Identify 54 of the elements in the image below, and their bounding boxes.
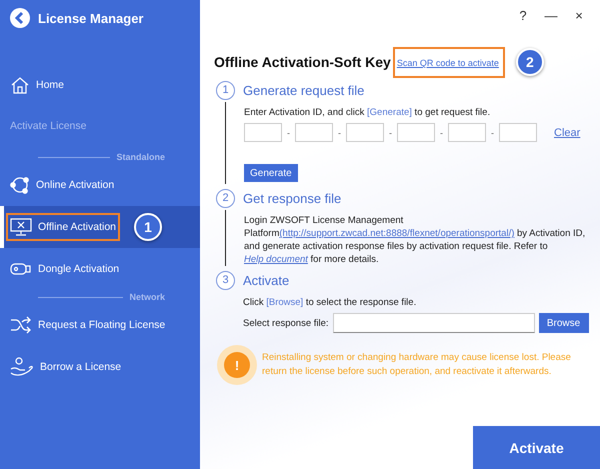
hand-person-icon [10,357,34,377]
activation-id-field[interactable] [499,123,537,142]
help-button[interactable]: ? [512,4,534,26]
step-title: Get response file [243,190,342,206]
step-number: 3 [216,270,235,290]
network-icon [10,175,30,195]
callout-badge: 1 [134,213,162,241]
separator: - [389,128,392,138]
step-title: Generate request file [243,82,364,98]
app-title: License Manager [38,10,144,26]
activation-id-field[interactable] [295,123,333,142]
step-number: 1 [216,80,235,100]
help-link[interactable]: Help document [244,254,308,265]
activation-id-field[interactable] [346,123,384,142]
warning-icon: ! [224,352,250,378]
browse-button[interactable]: Browse [538,313,589,333]
activation-id-field[interactable] [244,123,282,142]
instruction-text: Enter Activation ID, and click [Generate] to get request file. [244,106,492,119]
sidebar-item[interactable]: Borrow a License [0,346,200,388]
monitor-icon [10,217,32,237]
sidebar-item[interactable]: Online Activation [0,164,200,206]
portal-link[interactable]: (http://support.zwcad.net:8888/flexnet/operationsportal/) [279,228,514,239]
sidebar-item[interactable]: Dongle Activation [0,248,200,290]
step-number: 2 [216,188,235,208]
minimize-button[interactable]: — [540,4,562,26]
warning-text: Reinstalling system or changing hardware may cause license lost. Please return the license before such operation, and reactivate it afterwards. [262,351,572,379]
activation-id-field[interactable] [448,123,486,142]
generate-button[interactable]: Generate [244,164,298,182]
activate-button[interactable]: Activate [473,426,600,469]
sidebar-item[interactable]: Home [0,64,200,106]
instruction-text: Login ZWSOFT License Management Platform(http://support.zwcad.net:8888/flexnet/operationsportal/) by Activation ID, and generate activation response files by activation request file. Refer to Help document for more details. [244,214,586,266]
shuffle-icon [10,315,32,335]
step-title: Activate [243,272,290,288]
separator: - [287,128,290,138]
house-icon [10,75,30,95]
sidebar-item[interactable]: Request a Floating License [0,304,200,346]
section-heading: Activate License [9,119,88,134]
usb-key-icon [10,262,32,276]
qr-code-link[interactable]: Scan QR code to activate [396,58,499,68]
page-title: Offline Activation-Soft Key [214,54,391,70]
separator: - [338,128,341,138]
instruction-text: Click [Browse] to select the response file. [243,296,418,309]
clear-link[interactable]: Clear [554,126,580,138]
close-button[interactable]: × [568,4,590,26]
group-label: Network [129,292,165,302]
back-icon[interactable] [10,8,30,28]
callout-badge: 2 [516,48,544,76]
group-label: Standalone [116,152,165,162]
response-file-field[interactable] [332,313,535,333]
field-label: Select response file: [243,316,329,330]
sidebar-item[interactable]: Offline Activation 1 [0,206,200,248]
activation-id-field[interactable] [397,123,435,142]
separator: - [491,128,494,138]
separator: - [440,128,443,138]
